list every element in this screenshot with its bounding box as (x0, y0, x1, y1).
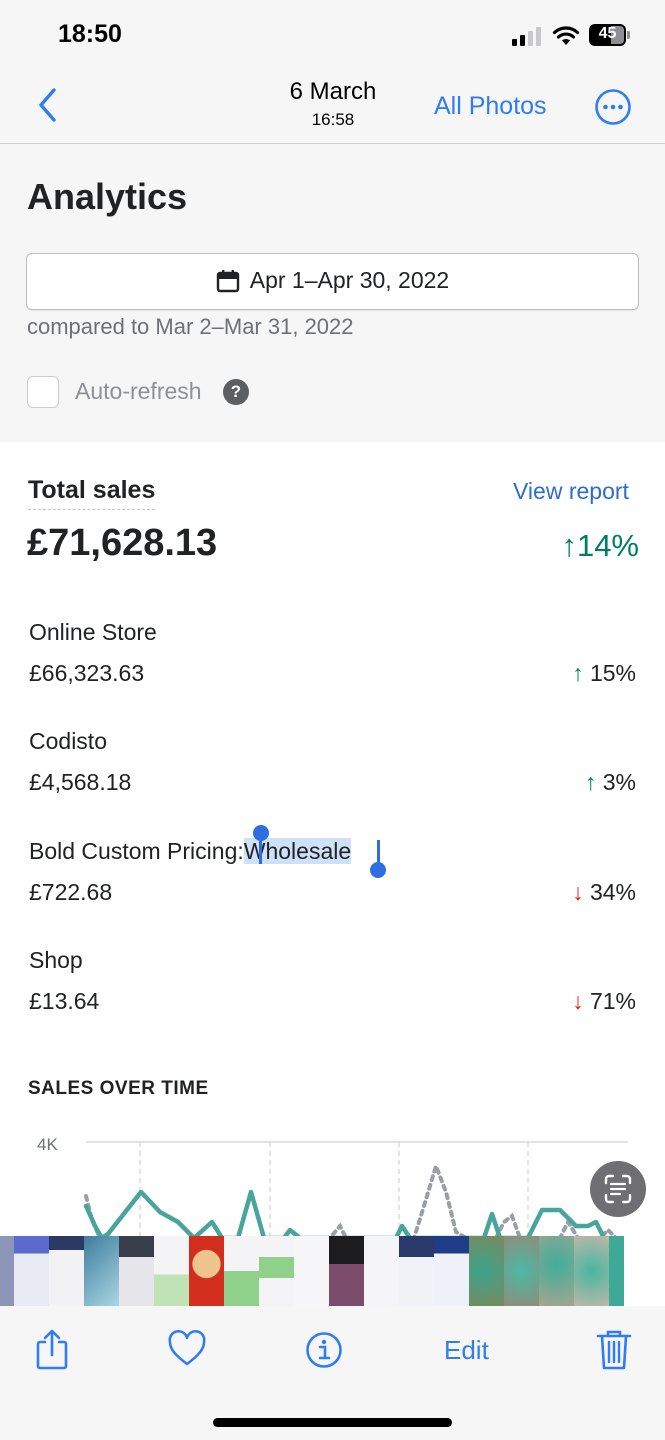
cellular-signal-icon (512, 27, 541, 46)
photo-thumbnail[interactable] (539, 1236, 574, 1306)
date-range-label: Apr 1–Apr 30, 2022 (249, 267, 450, 293)
photo-thumbnail[interactable] (504, 1236, 539, 1306)
channel-value: £722.68 (29, 879, 113, 905)
view-report-link[interactable]: View report (513, 478, 629, 505)
sales-over-time-chart: 4K (37, 1135, 628, 1238)
channel-value: £13.64 (29, 988, 100, 1014)
channel-name: Shop (29, 947, 83, 973)
channel-value: £4,568.18 (29, 769, 132, 795)
selection-start-caret[interactable] (259, 838, 262, 864)
photo-thumbnail[interactable] (399, 1236, 434, 1306)
arrow-down-icon: ↓ (572, 988, 584, 1014)
total-sales-value: £71,628.13 (27, 522, 218, 564)
photo-thumbnail[interactable] (609, 1236, 624, 1306)
selection-start-handle[interactable] (253, 825, 269, 841)
status-time: 18:50 (58, 20, 122, 48)
arrow-up-icon: ↑ (584, 769, 597, 795)
channel-name: Codisto (29, 728, 107, 754)
channel-change: ↑ 15% (572, 660, 636, 686)
photo-thumbnail[interactable] (119, 1236, 154, 1306)
photo-thumbnail-strip[interactable] (0, 1236, 665, 1306)
back-chevron-icon[interactable] (32, 84, 64, 126)
photo-thumbnail[interactable] (189, 1236, 224, 1306)
photo-thumbnail[interactable] (329, 1236, 364, 1306)
channel-name: Bold Custom Pricing:Wholesale (29, 838, 352, 864)
photo-thumbnail[interactable] (224, 1236, 259, 1306)
photo-thumbnail[interactable] (14, 1236, 49, 1306)
calendar-icon (216, 269, 239, 292)
photo-thumbnail[interactable] (469, 1236, 504, 1306)
share-icon[interactable] (32, 1328, 72, 1372)
live-text-icon (604, 1174, 632, 1204)
selection-end-handle[interactable] (370, 862, 386, 878)
channel-change: ↑ 3% (584, 769, 636, 795)
battery-level: 45 (598, 25, 617, 42)
total-sales-change: ↑14% (561, 528, 639, 563)
photo-thumbnail[interactable] (49, 1236, 84, 1306)
home-indicator[interactable] (213, 1418, 452, 1427)
photo-thumbnail[interactable] (574, 1236, 609, 1306)
battery-icon: 45 (589, 24, 631, 46)
photo-thumbnail[interactable] (434, 1236, 469, 1306)
photo-thumbnail[interactable] (364, 1236, 399, 1306)
y-tick-label: 4K (37, 1135, 58, 1154)
photo-thumbnail[interactable] (84, 1236, 119, 1306)
photo-time: 16:58 (311, 110, 355, 129)
photo-thumbnail[interactable] (154, 1236, 189, 1306)
series-current-line (83, 1189, 607, 1238)
photo-thumbnail[interactable] (0, 1236, 14, 1306)
help-icon[interactable]: ? (223, 379, 249, 405)
date-range-picker[interactable]: Apr 1–Apr 30, 2022 (26, 253, 639, 310)
info-icon[interactable] (304, 1328, 344, 1372)
channel-name: Online Store (29, 619, 157, 645)
channel-value: £66,323.63 (29, 660, 145, 686)
photo-thumbnail[interactable] (294, 1236, 329, 1306)
photo-date: 6 March (289, 78, 377, 105)
all-photos-button[interactable]: All Photos (434, 92, 547, 121)
sales-over-time-title: SALES OVER TIME (28, 1078, 209, 1099)
wifi-icon (552, 26, 580, 45)
page-title: Analytics (27, 176, 188, 217)
arrow-up-icon: ↑ (561, 528, 577, 563)
auto-refresh-checkbox[interactable] (27, 376, 59, 408)
arrow-down-icon: ↓ (572, 879, 584, 905)
photo-thumbnail[interactable] (259, 1236, 294, 1306)
more-icon[interactable] (594, 88, 632, 126)
auto-refresh-label: Auto-refresh (75, 378, 202, 404)
channel-change: ↓ 34% (572, 879, 636, 905)
heart-icon[interactable] (167, 1328, 207, 1372)
channel-change: ↓ 71% (572, 988, 636, 1014)
series-previous-line (84, 1159, 618, 1238)
trash-icon[interactable] (594, 1328, 634, 1372)
total-sales-label[interactable]: Total sales (28, 476, 156, 510)
edit-button[interactable]: Edit (444, 1335, 489, 1366)
live-text-button[interactable] (590, 1161, 646, 1217)
arrow-up-icon: ↑ (572, 660, 584, 686)
comparison-period: compared to Mar 2–Mar 31, 2022 (27, 314, 354, 339)
